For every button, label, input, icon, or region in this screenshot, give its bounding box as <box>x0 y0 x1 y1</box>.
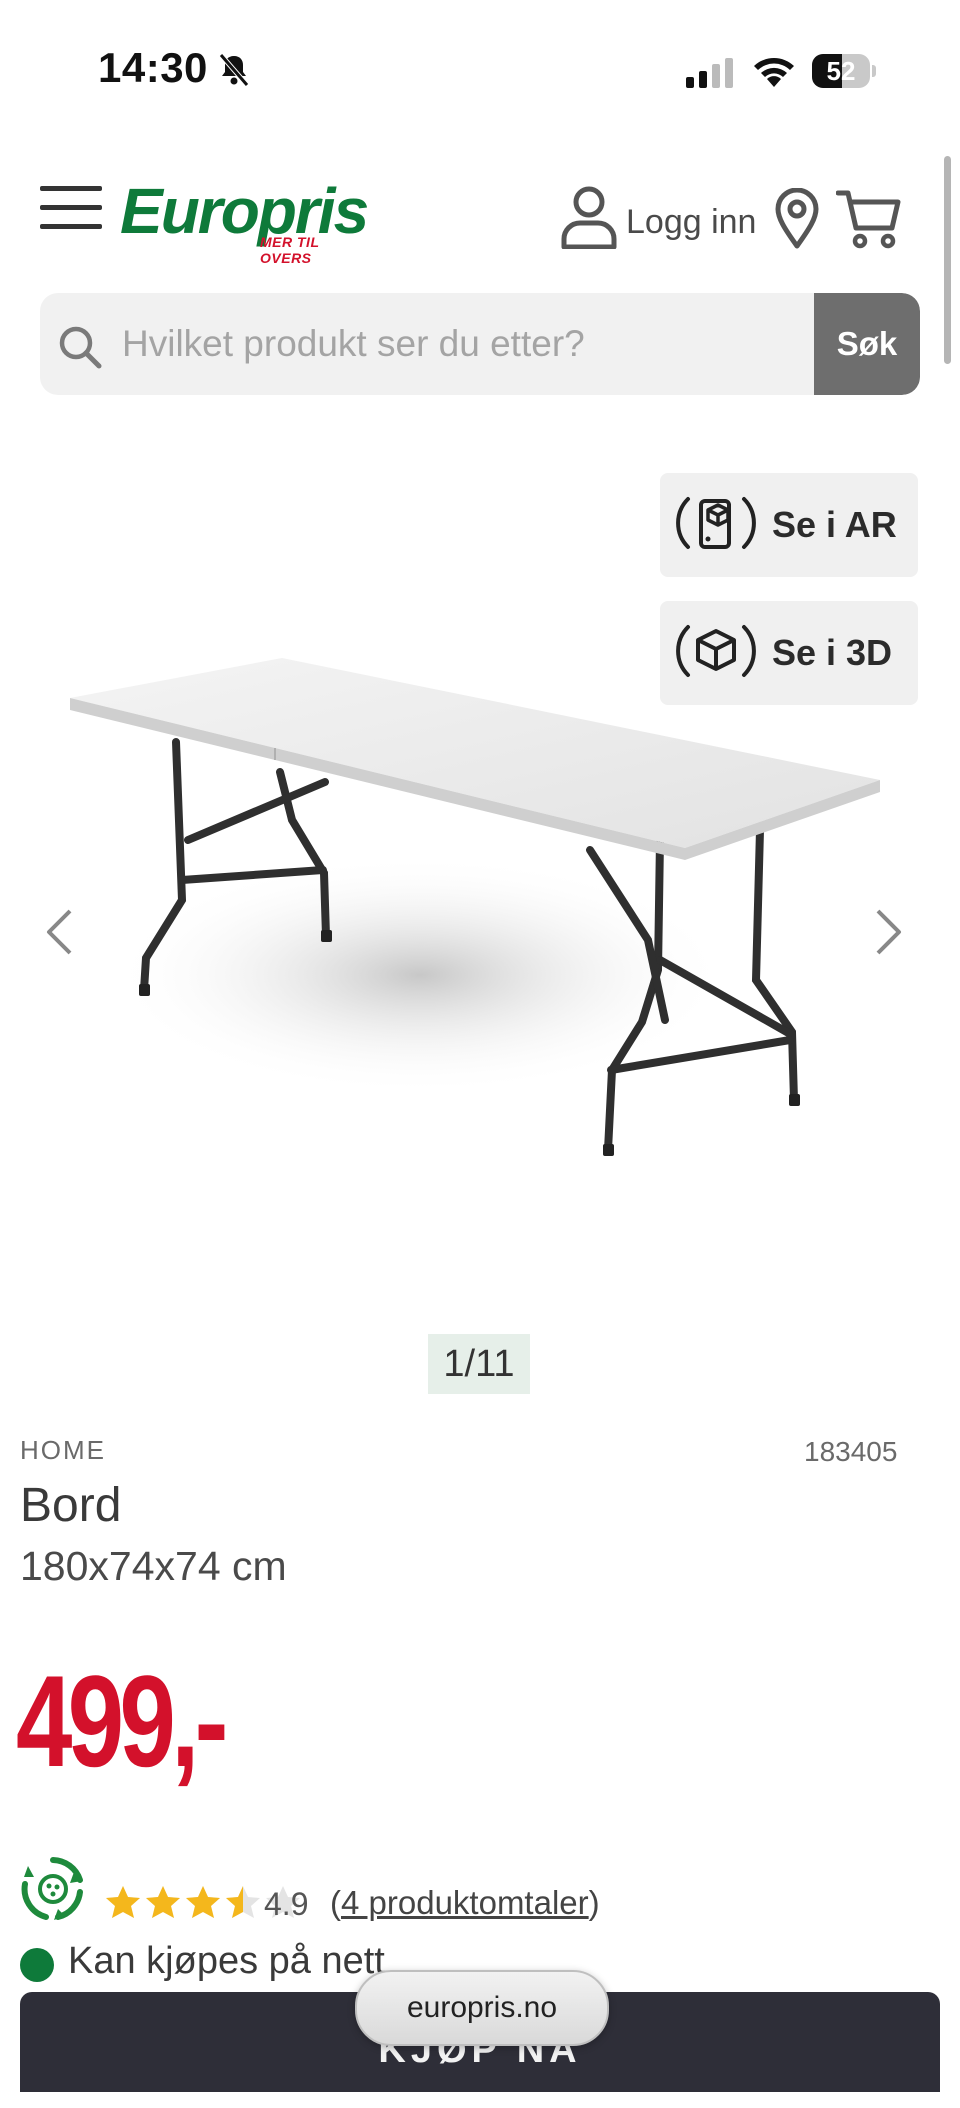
cellular-signal-icon <box>686 58 736 93</box>
user-icon <box>560 185 618 254</box>
product-brand[interactable]: HOME <box>20 1435 106 1466</box>
login-button[interactable]: Logg inn <box>560 186 756 252</box>
browser-url-pill[interactable]: europris.no <box>355 1970 609 2046</box>
status-time: 14:30 <box>98 44 208 91</box>
product-title: Bord <box>20 1479 122 1532</box>
login-label: Logg inn <box>626 202 757 241</box>
wifi-icon <box>752 54 796 93</box>
stock-status: Kan kjøpes på nett <box>68 1940 385 1982</box>
store-location-icon[interactable] <box>774 187 820 255</box>
search-icon <box>56 323 104 376</box>
reviews-paren-open: ( <box>330 1884 341 1921</box>
rating-value: 4.9 <box>264 1886 309 1922</box>
battery-indicator: 52 <box>812 54 876 88</box>
logo-tagline: MER TIL OVERS <box>260 234 320 266</box>
product-dimensions: 180x74x74 cm <box>20 1543 287 1589</box>
shopping-cart-icon[interactable] <box>835 188 902 255</box>
star-icon <box>186 1886 220 1918</box>
reviews-link-text[interactable]: 4 produktomtaler <box>341 1884 589 1921</box>
recycling-eco-icon <box>18 1854 88 1929</box>
previous-image-arrow-icon[interactable] <box>44 908 74 961</box>
search-button[interactable]: Søk <box>814 293 920 395</box>
hamburger-menu-icon[interactable] <box>40 184 102 237</box>
image-counter: 1/11 <box>428 1334 530 1394</box>
battery-percentage: 52 <box>826 56 856 86</box>
product-price: 499,- <box>16 1648 228 1794</box>
product-sku: 183405 <box>804 1436 898 1467</box>
search-bar: Søk <box>40 293 920 395</box>
ar-label: Se i AR <box>772 504 897 545</box>
reviews-paren-close: ) <box>588 1884 600 1921</box>
ar-phone-cube-icon <box>674 485 758 566</box>
in-stock-indicator <box>20 1948 54 1982</box>
star-icon <box>106 1886 140 1918</box>
bell-muted-icon <box>216 52 252 93</box>
product-image-folding-table[interactable] <box>40 640 920 1240</box>
search-input[interactable] <box>122 293 842 395</box>
reviews-link[interactable]: (4 produktomtaler) <box>330 1884 600 1922</box>
europris-logo[interactable]: Europris MER TIL OVERS <box>120 176 369 266</box>
star-icon <box>226 1886 260 1918</box>
next-image-arrow-icon[interactable] <box>874 908 904 961</box>
view-in-ar-button[interactable]: Se i AR <box>660 473 918 577</box>
star-icon <box>146 1886 180 1918</box>
page-scrollbar[interactable] <box>944 156 951 364</box>
